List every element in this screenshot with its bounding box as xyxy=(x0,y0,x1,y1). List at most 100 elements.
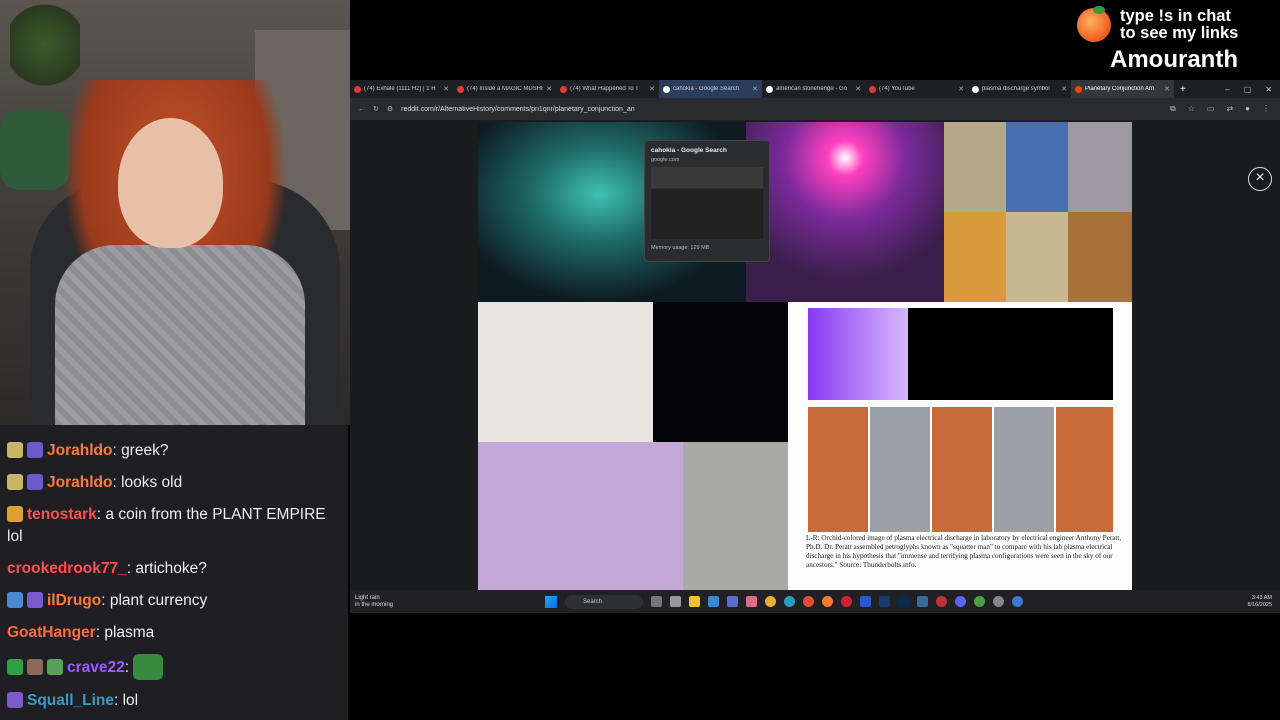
widgets-icon[interactable] xyxy=(651,596,662,607)
photos-icon[interactable] xyxy=(746,596,757,607)
windows-taskbar: Light rain in the morning Search 3:43 AM… xyxy=(350,590,1280,613)
bookmark-star-icon[interactable]: ☆ xyxy=(1188,104,1195,114)
chrome-icon[interactable] xyxy=(1012,596,1023,607)
close-tab-icon[interactable]: ✕ xyxy=(649,85,655,93)
close-tab-icon[interactable]: ✕ xyxy=(1061,85,1067,93)
close-window-button[interactable]: ✕ xyxy=(1265,85,1272,94)
store-icon[interactable] xyxy=(708,596,719,607)
browser-tab[interactable]: (74) Inside a MAGIC MUSHR ✕ xyxy=(453,80,556,98)
steam-icon[interactable] xyxy=(879,596,890,607)
squatter-man-panel: L-R: Orchid-colored image of plasma elec… xyxy=(788,302,1132,590)
chat-badge-icon xyxy=(7,659,23,675)
browser-tab[interactable]: (74) Exhale (1111 Hz) | 1 H ✕ xyxy=(350,80,453,98)
chat-username[interactable]: crookedrook77_ xyxy=(7,560,127,577)
weather-line2: in the morning xyxy=(355,601,394,608)
taskbar-center: Search xyxy=(545,594,1023,609)
chat-text: : greek? xyxy=(112,442,169,459)
close-lightbox-button[interactable]: × xyxy=(1248,167,1272,191)
chat-badge-icon xyxy=(7,692,23,708)
extensions-icon[interactable]: ⇄ xyxy=(1226,104,1233,114)
reload-icon[interactable]: ↻ xyxy=(373,105,379,113)
browser-tab[interactable]: cahokia - Google Search ✕ xyxy=(659,80,762,98)
settings-icon[interactable] xyxy=(993,596,1004,607)
close-tab-icon[interactable]: ✕ xyxy=(855,85,861,93)
close-tab-icon[interactable]: ✕ xyxy=(546,85,552,93)
links-promo: type !s in chat to see my links xyxy=(1120,8,1238,42)
browser-tab-active[interactable]: Planetary Conjunction Am ✕ xyxy=(1071,80,1174,98)
clock-time: 3:43 AM xyxy=(1251,594,1272,601)
weather-line1: Light rain xyxy=(355,594,380,601)
chat-username[interactable]: ilDrugo xyxy=(47,592,101,609)
windows-start-icon[interactable] xyxy=(545,595,557,608)
chat-username[interactable]: Jorahldo xyxy=(47,474,112,491)
chat-username[interactable]: crave22 xyxy=(67,659,125,676)
chat-badge-icon xyxy=(7,592,23,608)
browser-tab[interactable]: (74) YouTube ✕ xyxy=(865,80,968,98)
image-caption: L-R: Orchid-colored image of plasma elec… xyxy=(806,534,1122,569)
app-icon[interactable] xyxy=(936,596,947,607)
vajra-image xyxy=(478,302,653,442)
firefox-icon[interactable] xyxy=(822,596,833,607)
chat-username[interactable]: tenostark xyxy=(27,506,97,523)
close-tab-icon[interactable]: ✕ xyxy=(958,85,964,93)
opera-icon[interactable] xyxy=(841,596,852,607)
menu-dots-icon[interactable]: ⋮ xyxy=(1262,104,1270,114)
youtube-icon xyxy=(560,85,567,93)
assyrian-relief-image xyxy=(683,442,788,590)
preview-memory: Memory usage: 129 MB xyxy=(651,245,710,251)
window-controls: – ▢ ✕ xyxy=(1225,85,1280,94)
taskbar-search[interactable]: Search xyxy=(565,594,643,609)
site-info-icon[interactable]: ⚙ xyxy=(387,105,393,113)
sidebar-icon[interactable]: ▭ xyxy=(1207,104,1215,114)
chat-message: Squall_Line: lol xyxy=(0,685,348,717)
promo-line2: to see my links xyxy=(1120,24,1239,42)
weather-widget[interactable]: Light rain in the morning xyxy=(350,595,470,609)
egyptian-art-grid-image xyxy=(944,212,1132,302)
preview-domain: google.com xyxy=(651,157,680,163)
close-tab-icon[interactable]: ✕ xyxy=(752,85,758,93)
background-bag xyxy=(0,110,70,190)
file-explorer-icon[interactable] xyxy=(689,596,700,607)
webcam-feed xyxy=(0,0,350,425)
collage-image: L-R: Orchid-colored image of plasma elec… xyxy=(478,122,1132,590)
browser-tab[interactable]: (74) What Happened To T ✕ xyxy=(556,80,659,98)
browser-tab-bar: (74) Exhale (1111 Hz) | 1 H ✕ (74) Inside… xyxy=(350,80,1280,98)
teams-icon[interactable] xyxy=(727,596,738,607)
edge-icon[interactable] xyxy=(784,596,795,607)
chat-message: Jorahldo: greek? xyxy=(0,435,348,467)
chrome-icon[interactable] xyxy=(765,596,776,607)
chat-username[interactable]: Jorahldo xyxy=(47,442,112,459)
back-icon[interactable]: ← xyxy=(358,106,365,113)
preview-title: cahokia - Google Search xyxy=(651,147,727,154)
chat-badge-icon xyxy=(7,442,23,458)
app-icon[interactable] xyxy=(917,596,928,607)
new-tab-button[interactable]: + xyxy=(1174,84,1192,95)
peach-icon xyxy=(1077,8,1111,42)
close-tab-icon[interactable]: ✕ xyxy=(443,85,449,93)
chat-message: crave22: xyxy=(0,649,348,685)
preview-thumbnail xyxy=(651,167,763,239)
chrome-icon[interactable] xyxy=(803,596,814,607)
discord-icon[interactable] xyxy=(955,596,966,607)
trident-discharge-image xyxy=(653,302,788,442)
app-icon[interactable] xyxy=(860,596,871,607)
chrome-icon[interactable] xyxy=(974,596,985,607)
chat-badge-icon xyxy=(27,442,43,458)
photoshop-icon[interactable] xyxy=(898,596,909,607)
system-tray[interactable]: 3:43 AM 8/16/2025 xyxy=(1248,595,1280,609)
browser-tab[interactable]: american stonehenge - Go ✕ xyxy=(762,80,865,98)
task-view-icon[interactable] xyxy=(670,596,681,607)
chat-text: : looks old xyxy=(112,474,183,491)
install-icon[interactable]: ⧉ xyxy=(1170,104,1176,114)
chat-text: : plant currency xyxy=(101,592,208,609)
google-icon xyxy=(766,85,773,93)
petroglyph-grid-image xyxy=(808,407,1113,532)
profile-avatar[interactable]: ● xyxy=(1245,104,1250,114)
url-text[interactable]: reddit.com/r/AlternativeHistory/comments… xyxy=(401,106,634,113)
chat-username[interactable]: GoatHanger xyxy=(7,624,96,641)
minimize-button[interactable]: – xyxy=(1225,85,1229,94)
browser-tab[interactable]: plasma discharge symbol ✕ xyxy=(968,80,1071,98)
maximize-button[interactable]: ▢ xyxy=(1244,85,1252,94)
chat-username[interactable]: Squall_Line xyxy=(27,692,114,709)
close-tab-icon[interactable]: ✕ xyxy=(1164,85,1170,93)
